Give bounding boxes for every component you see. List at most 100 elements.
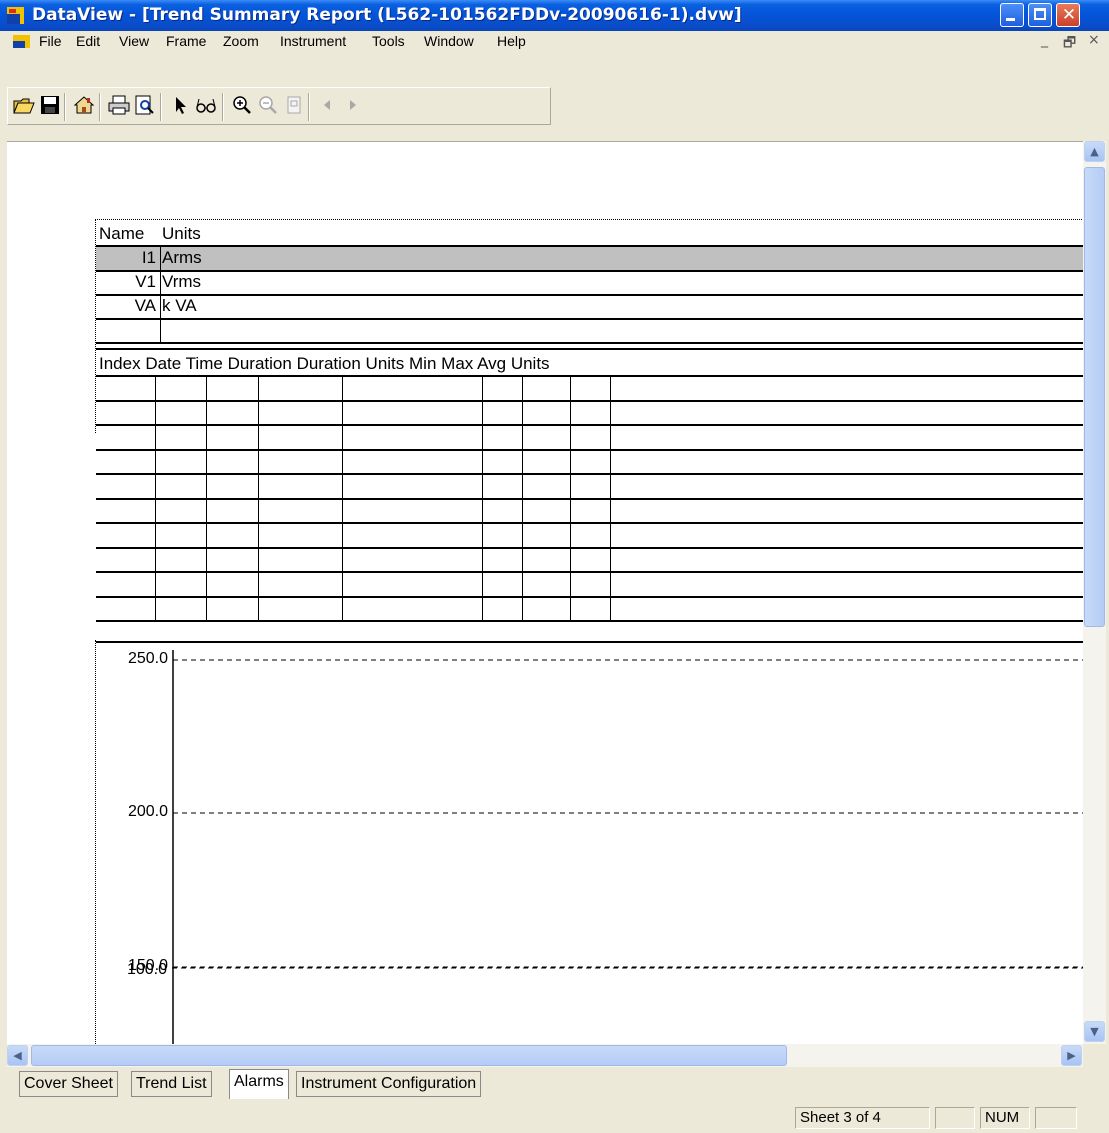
view-glasses-icon[interactable] xyxy=(194,93,218,117)
menu-tools[interactable]: Tools xyxy=(372,33,405,49)
col-index: Index xyxy=(99,354,141,373)
header-units: Units xyxy=(162,224,201,243)
table-row xyxy=(96,571,1083,573)
channel-units: k VA xyxy=(162,296,197,315)
table-row xyxy=(96,424,1083,426)
column-divider xyxy=(610,375,611,620)
events-header: Index Date Time Duration Duration Units … xyxy=(99,353,550,375)
col-min: Min xyxy=(409,354,437,373)
scroll-down-button[interactable]: ▼ xyxy=(1084,1021,1105,1042)
column-divider xyxy=(342,375,343,620)
table-row xyxy=(96,595,1083,598)
col-units: Units xyxy=(510,354,550,373)
table-row xyxy=(96,620,1083,622)
table-row xyxy=(96,448,1083,451)
col-duration: Duration xyxy=(227,354,292,373)
app-icon[interactable] xyxy=(7,7,24,24)
y-tick-label: 200.0 xyxy=(127,803,168,820)
column-divider xyxy=(570,375,571,620)
toolbar-separator xyxy=(64,93,66,121)
menu-view[interactable]: View xyxy=(119,33,149,49)
toolbar-separator xyxy=(99,93,101,121)
zoom-in-icon[interactable] xyxy=(230,93,254,117)
tab-cover-sheet[interactable]: Cover Sheet xyxy=(19,1071,118,1097)
maximize-button[interactable] xyxy=(1028,3,1052,27)
menu-file[interactable]: File xyxy=(39,33,62,49)
header-name: Name xyxy=(99,224,145,243)
previous-icon[interactable] xyxy=(316,93,340,117)
zoom-out-icon[interactable] xyxy=(256,93,280,117)
table-row xyxy=(96,546,1083,549)
status-bar: Sheet 3 of 4 NUM xyxy=(0,1101,1109,1133)
horizontal-scroll-thumb[interactable] xyxy=(31,1045,787,1066)
save-icon[interactable] xyxy=(38,93,62,117)
vertical-scrollbar[interactable]: ▲ ▼ xyxy=(1083,141,1106,1044)
toolbar-separator xyxy=(308,93,310,121)
status-empty xyxy=(935,1107,975,1129)
column-divider xyxy=(206,375,207,620)
document-icon[interactable] xyxy=(13,35,30,48)
chart-svg xyxy=(172,650,1083,1045)
mdi-close-button[interactable]: × xyxy=(1088,32,1100,48)
scroll-left-button[interactable]: ◀ xyxy=(7,1045,28,1066)
grid-line-100-visible xyxy=(172,967,1083,969)
close-button[interactable]: ✕ xyxy=(1056,3,1080,27)
menu-bar: File Edit View Frame Zoom Instrument Too… xyxy=(0,31,1109,52)
y-tick-label: 250.0 xyxy=(127,650,168,667)
y-tick-label: 100.0 xyxy=(126,961,167,978)
column-divider xyxy=(522,375,523,620)
status-empty xyxy=(1035,1107,1077,1129)
status-sheet: Sheet 3 of 4 xyxy=(795,1107,930,1129)
scroll-corner xyxy=(1083,1044,1109,1067)
trend-chart[interactable]: 250.0 200.0 150.0 xyxy=(95,640,1083,1045)
col-avg: Avg xyxy=(477,354,507,373)
table-row xyxy=(96,399,1083,402)
channel-units: Vrms xyxy=(162,272,202,291)
col-duration-units: Duration Units xyxy=(296,354,405,373)
window-title: DataView - [Trend Summary Report (L562-1… xyxy=(32,5,742,25)
open-icon[interactable] xyxy=(12,93,36,117)
table-row xyxy=(96,473,1083,475)
scroll-up-button[interactable]: ▲ xyxy=(1084,141,1105,162)
toolbar-separator xyxy=(160,93,162,121)
col-date: Date xyxy=(145,354,182,373)
next-icon[interactable] xyxy=(340,93,364,117)
column-divider xyxy=(155,375,156,620)
col-max: Max xyxy=(441,354,474,373)
table-row xyxy=(96,522,1083,524)
menu-window[interactable]: Window xyxy=(424,33,474,49)
column-divider xyxy=(258,375,259,620)
table-row-selected[interactable] xyxy=(96,247,1083,270)
horizontal-scrollbar[interactable]: ◀ ▶ xyxy=(7,1044,1083,1067)
page-icon[interactable] xyxy=(282,93,306,117)
toolbar-separator xyxy=(222,93,224,121)
print-icon[interactable] xyxy=(107,93,131,117)
tab-instrument-configuration[interactable]: Instrument Configuration xyxy=(296,1071,482,1097)
mdi-minimize-button[interactable]: _ xyxy=(1041,32,1048,48)
menu-instrument[interactable]: Instrument xyxy=(280,33,346,49)
tab-trend-list[interactable]: Trend List xyxy=(131,1071,212,1097)
channel-name: V1 xyxy=(135,272,156,291)
sheet-tabs: Cover Sheet Trend List Alarms Instrument… xyxy=(0,1067,1109,1101)
table-row xyxy=(96,497,1083,500)
home-icon[interactable] xyxy=(72,93,96,117)
col-time: Time xyxy=(185,354,223,373)
menu-help[interactable]: Help xyxy=(497,33,526,49)
menu-edit[interactable]: Edit xyxy=(76,33,100,49)
channel-name: I1 xyxy=(141,248,156,267)
menu-zoom[interactable]: Zoom xyxy=(223,33,259,49)
menu-frame[interactable]: Frame xyxy=(166,33,206,49)
channels-table: Name Units I1 Arms V1 Vrms VA k VA Index… xyxy=(95,219,1083,643)
pointer-icon[interactable] xyxy=(168,93,192,117)
column-divider xyxy=(482,375,483,620)
channel-units: Arms xyxy=(162,248,202,267)
toolbar xyxy=(0,52,1109,141)
scroll-right-button[interactable]: ▶ xyxy=(1061,1045,1082,1066)
minimize-button[interactable] xyxy=(1000,3,1024,27)
status-num: NUM xyxy=(980,1107,1030,1129)
title-bar: DataView - [Trend Summary Report (L562-1… xyxy=(0,0,1109,31)
print-preview-icon[interactable] xyxy=(133,93,157,117)
report-canvas[interactable]: Name Units I1 Arms V1 Vrms VA k VA Index… xyxy=(7,141,1083,1045)
tab-alarms[interactable]: Alarms xyxy=(229,1069,289,1099)
vertical-scroll-thumb[interactable] xyxy=(1084,167,1105,627)
